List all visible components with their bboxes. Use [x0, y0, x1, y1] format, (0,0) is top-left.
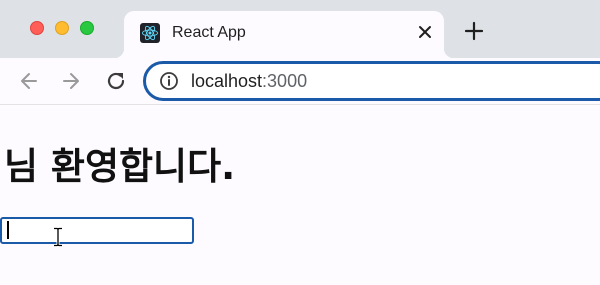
arrow-left-icon[interactable] [16, 68, 42, 94]
plus-icon[interactable] [462, 21, 486, 45]
address-bar[interactable]: localhost:3000 [143, 61, 600, 101]
url-text: localhost:3000 [191, 71, 307, 92]
page-heading: 님 환영합니다. [4, 145, 236, 188]
reload-icon[interactable] [103, 68, 129, 94]
react-logo-icon [140, 23, 160, 43]
window-zoom-button[interactable] [80, 21, 94, 35]
name-input[interactable] [0, 217, 194, 244]
close-icon[interactable] [414, 21, 436, 43]
ibeam-cursor-icon [52, 227, 64, 247]
url-port: :3000 [262, 71, 308, 91]
text-caret [7, 221, 9, 239]
tab-strip: React App [0, 0, 600, 58]
tab-title: React App [172, 24, 246, 41]
info-icon[interactable] [159, 71, 179, 91]
arrow-right-icon[interactable] [58, 68, 84, 94]
window-minimize-button[interactable] [55, 21, 69, 35]
window-close-button[interactable] [30, 21, 44, 35]
browser-toolbar: localhost:3000 [0, 58, 600, 105]
tab-react-app[interactable]: React App [114, 11, 454, 58]
url-host: localhost [191, 71, 263, 91]
